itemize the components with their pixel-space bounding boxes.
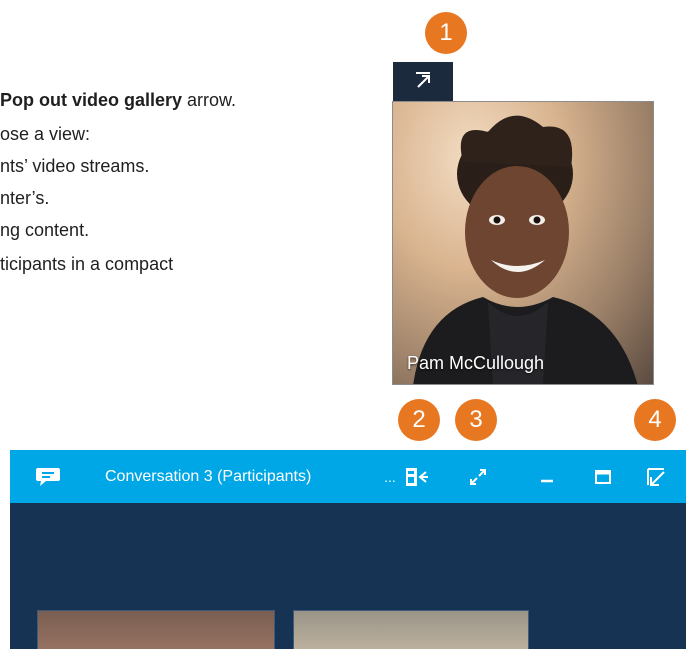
participant-thumbnail[interactable] bbox=[37, 610, 275, 649]
callout-3: 3 bbox=[455, 399, 497, 441]
instruction-line-2: ose a view: bbox=[0, 124, 91, 144]
conversation-window: Conversation 3 (Participants) ... bbox=[10, 450, 686, 649]
pop-in-icon[interactable] bbox=[640, 450, 672, 503]
instruction-line-1: Pop out video gallery arrow. bbox=[0, 88, 236, 112]
full-screen-icon[interactable] bbox=[462, 450, 494, 503]
minimize-icon[interactable] bbox=[532, 450, 562, 503]
instruction-line-3: nts’ video streams. bbox=[0, 156, 150, 176]
instruction-rest: arrow. bbox=[182, 90, 237, 110]
callout-4: 4 bbox=[634, 399, 676, 441]
pop-out-arrow-icon bbox=[413, 70, 433, 95]
video-tile-pam[interactable]: Pam McCullough bbox=[392, 101, 654, 385]
title-bar: Conversation 3 (Participants) ... bbox=[10, 450, 686, 503]
participant-photo bbox=[413, 115, 638, 384]
chat-icon[interactable] bbox=[30, 450, 66, 503]
maximize-icon[interactable] bbox=[588, 450, 618, 503]
callout-1: 1 bbox=[425, 12, 467, 54]
more-options-icon[interactable]: ... bbox=[380, 450, 400, 503]
participant-thumbnail[interactable] bbox=[293, 610, 529, 649]
conversation-title: Conversation 3 (Participants) bbox=[105, 468, 312, 485]
instruction-line-4: nter’s. bbox=[0, 188, 50, 208]
instruction-bold-label: Pop out video gallery bbox=[0, 90, 183, 110]
content-view-icon[interactable] bbox=[401, 450, 433, 503]
instruction-line-5: ng content. bbox=[0, 220, 90, 240]
participant-name: Pam McCullough bbox=[407, 353, 545, 373]
instruction-line-6: ticipants in a compact bbox=[0, 254, 174, 274]
callout-2: 2 bbox=[398, 399, 440, 441]
pop-out-video-gallery-button[interactable] bbox=[393, 62, 453, 102]
